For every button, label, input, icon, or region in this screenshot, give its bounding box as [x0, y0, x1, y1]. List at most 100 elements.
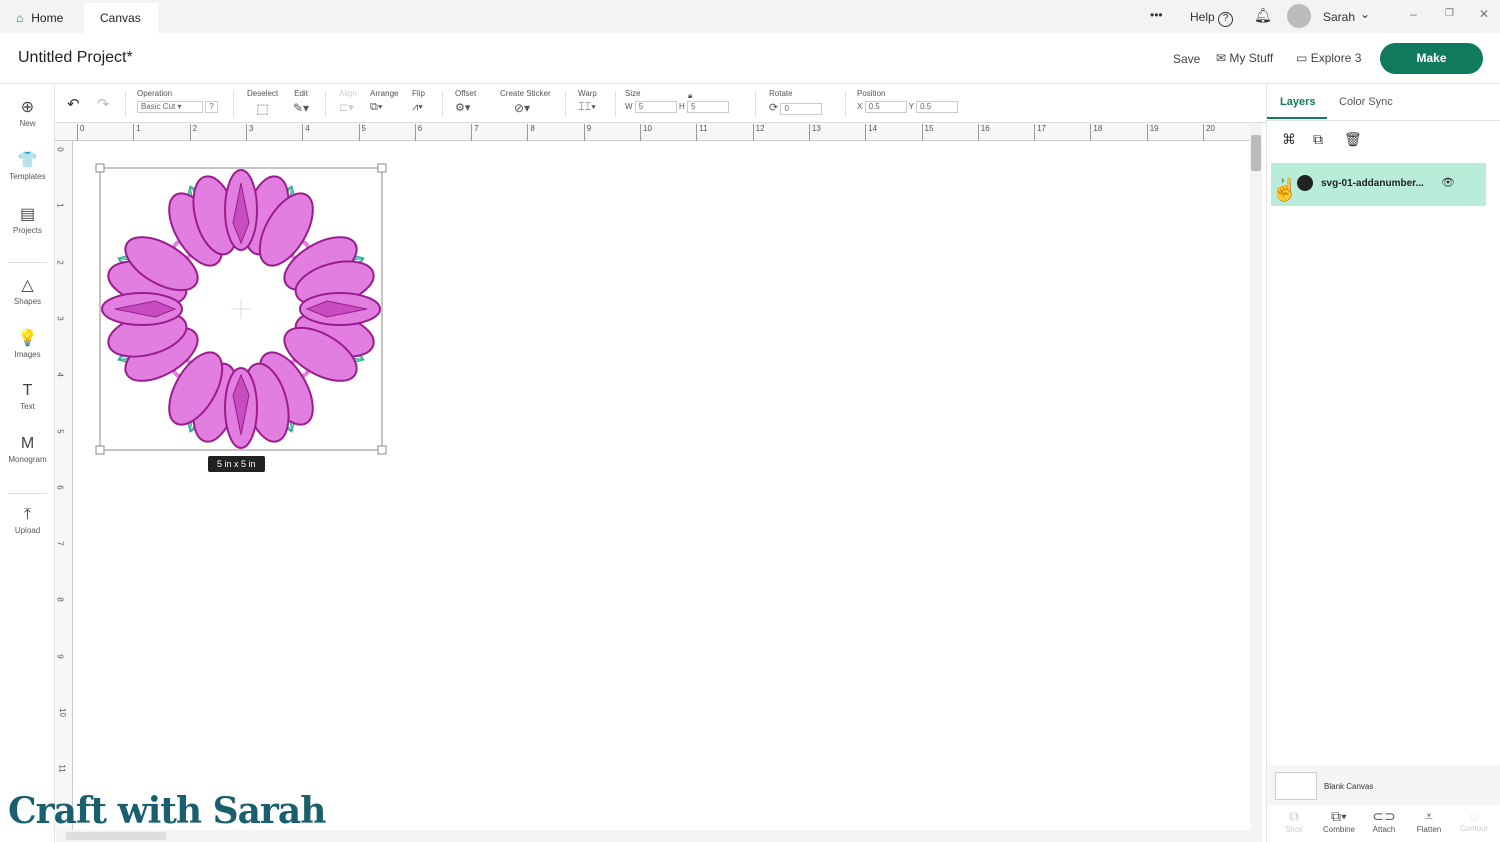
ruler-tick: 10: [640, 124, 652, 141]
trash-icon[interactable]: 🗑︎: [1344, 131, 1362, 148]
chevron-down-icon[interactable]: ⌄: [1360, 7, 1370, 21]
minimize-button[interactable]: –: [1410, 7, 1417, 21]
edit-label: Edit: [294, 89, 308, 98]
projects-icon: ▤: [19, 206, 36, 223]
ruler-tick: 6: [414, 124, 422, 141]
ruler-tick: 0: [77, 124, 84, 141]
align-icon[interactable]: ⊏▾: [339, 102, 354, 114]
my-stuff-button[interactable]: ✉ My Stuff: [1216, 51, 1273, 65]
rotate-label: Rotate: [769, 89, 793, 98]
shapes-icon: △: [21, 277, 34, 294]
machine-icon: ▭: [1296, 51, 1308, 65]
hscroll-thumb[interactable]: [66, 832, 166, 840]
operation-help-button[interactable]: ?: [205, 101, 218, 113]
tab-home[interactable]: ⌂ Home: [0, 3, 79, 33]
watermark-logo: Craft with Sarah: [8, 790, 326, 832]
combine-button[interactable]: ⧉▾ Combine: [1317, 808, 1361, 834]
layer-item[interactable]: › svg-01-addanumber... 👁︎: [1271, 163, 1486, 206]
ruler-tick: 4: [302, 124, 310, 141]
attach-button[interactable]: ⊂⊃ Attach: [1362, 808, 1406, 834]
images-icon: 💡: [17, 330, 38, 347]
ruler-tick: 1: [133, 124, 141, 141]
operation-select[interactable]: Basic Cut ▾: [137, 101, 203, 113]
flip-icon[interactable]: ⩘▾: [412, 101, 423, 113]
height-input[interactable]: 5: [687, 101, 730, 113]
monogram-icon: M: [20, 435, 35, 452]
sidebar-item-upload[interactable]: ⤒ Upload: [0, 506, 55, 535]
restore-button[interactable]: ❐: [1445, 8, 1454, 19]
flatten-icon: ⩡: [1425, 808, 1433, 824]
x-input[interactable]: 0.5: [864, 101, 907, 113]
canvas-swatch[interactable]: [1275, 772, 1317, 800]
tab-layers[interactable]: Layers: [1280, 96, 1315, 108]
sidebar-label: New: [19, 119, 36, 128]
size-label-badge: 5 in x 5 in: [208, 456, 265, 472]
arrange-icon[interactable]: ⧉▾: [370, 101, 382, 113]
pencil-icon[interactable]: ✎▾: [293, 101, 309, 115]
ruler-tick: 11: [57, 764, 67, 773]
close-button[interactable]: ✕: [1479, 7, 1489, 21]
header: Untitled Project* Save ✉ My Stuff ▭ Expl…: [0, 33, 1500, 84]
warp-icon[interactable]: ⌶⌶▾: [578, 101, 596, 113]
rotate-input[interactable]: 0: [780, 102, 823, 115]
ruler-tick: 1: [55, 203, 65, 209]
save-button[interactable]: Save: [1173, 52, 1200, 66]
ruler-tick: 13: [808, 124, 821, 141]
y-input[interactable]: 0.5: [916, 101, 959, 113]
ruler-horizontal: 0 1 2 3 4 5 6 7 8 9 10 11 12 13 14 15 16 17 18 19 20: [55, 123, 1250, 141]
layer-name[interactable]: svg-01-addanumber...: [1321, 178, 1424, 189]
contour-button[interactable]: ◌ Contour: [1452, 808, 1496, 833]
ruler-tick: 7: [471, 124, 479, 141]
mail-icon: ✉: [1216, 51, 1227, 65]
left-sidebar: ⊕ New 👕 Templates ▤ Projects △ Shapes 💡 Images T Te…: [0, 85, 55, 842]
sidebar-item-monogram[interactable]: M Monogram: [0, 435, 55, 464]
wreath-design[interactable]: [90, 158, 395, 463]
avatar[interactable]: [1287, 4, 1311, 28]
bell-icon[interactable]: 🔔︎: [1254, 7, 1272, 24]
tab-canvas[interactable]: Canvas: [84, 3, 158, 33]
sidebar-item-projects[interactable]: ▤ Projects: [0, 204, 55, 235]
arrange-label: Arrange: [370, 89, 399, 98]
flip-label: Flip: [412, 89, 425, 98]
ruler-tick: 19: [1146, 124, 1159, 141]
tab-color-sync[interactable]: Color Sync: [1339, 96, 1393, 108]
redo-button[interactable]: ↷: [97, 95, 110, 113]
center-cross: [231, 299, 251, 319]
sidebar-item-new[interactable]: ⊕ New: [0, 97, 55, 128]
undo-button[interactable]: ↶: [67, 95, 80, 113]
offset-icon[interactable]: ⚙▾: [455, 102, 470, 114]
vertical-scrollbar[interactable]: [1250, 123, 1262, 842]
ruler-tick: 6: [55, 485, 65, 490]
layer-thumbnail-icon: [1297, 175, 1313, 191]
sidebar-item-images[interactable]: 💡 Images: [0, 328, 55, 359]
make-button[interactable]: Make: [1380, 43, 1483, 74]
group-icon[interactable]: ⌘: [1282, 131, 1296, 148]
ruler-tick: 0: [55, 147, 65, 152]
width-input[interactable]: 5: [634, 101, 677, 113]
text-icon: T: [22, 382, 33, 399]
eye-icon[interactable]: 👁︎: [1441, 176, 1455, 189]
scrollbar-thumb[interactable]: [1251, 135, 1261, 171]
help-label: Help: [1190, 10, 1215, 24]
button-label: Slice: [1285, 825, 1303, 834]
machine-button[interactable]: ▭ Explore 3: [1296, 51, 1361, 65]
sidebar-label: Templates: [9, 172, 46, 181]
deselect-icon[interactable]: ⬚: [256, 101, 268, 116]
sidebar-item-text[interactable]: T Text: [0, 382, 55, 411]
ruler-tick: 2: [55, 259, 65, 265]
duplicate-icon[interactable]: ⧉: [1313, 131, 1323, 148]
more-menu-button[interactable]: •••: [1150, 8, 1163, 22]
top-bar: ⌂ Home Canvas ••• Help ? 🔔︎ Sarah ⌄ – ❐ ✕: [0, 0, 1500, 33]
help-button[interactable]: Help ?: [1190, 10, 1234, 27]
ruler-tick: 8: [527, 124, 535, 141]
lock-icon[interactable]: 🔒︎: [688, 91, 692, 101]
slice-button[interactable]: ⧉ Slice: [1272, 808, 1316, 834]
user-name[interactable]: Sarah: [1323, 10, 1355, 24]
sidebar-item-shapes[interactable]: △ Shapes: [0, 275, 55, 306]
project-title[interactable]: Untitled Project*: [18, 49, 133, 67]
blank-canvas-row[interactable]: Blank Canvas: [1267, 765, 1500, 805]
sticker-icon[interactable]: ⊘▾: [514, 101, 530, 115]
sidebar-item-templates[interactable]: 👕 Templates: [0, 150, 55, 181]
ruler-tick: 17: [1034, 124, 1046, 141]
flatten-button[interactable]: ⩡ Flatten: [1407, 808, 1451, 834]
